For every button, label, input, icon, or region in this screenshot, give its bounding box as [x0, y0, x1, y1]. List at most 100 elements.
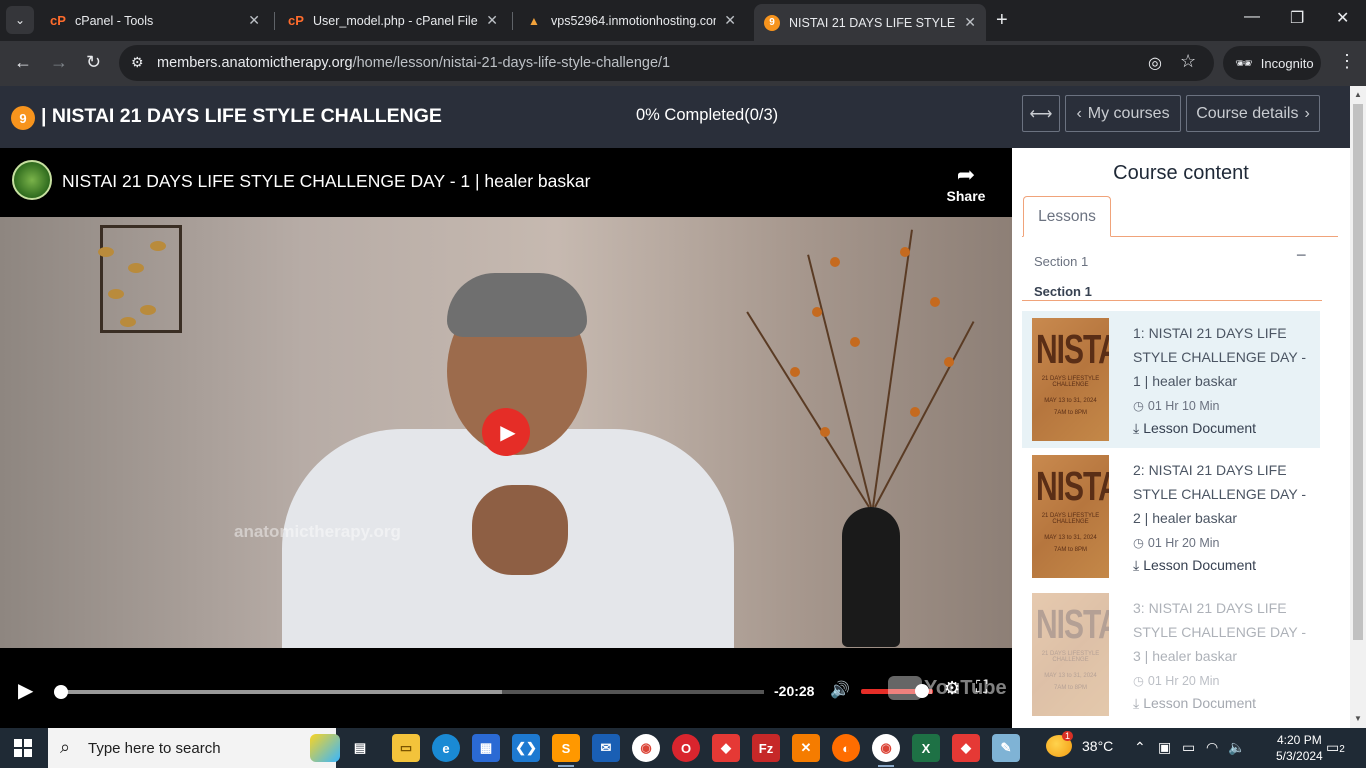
page-scrollbar[interactable]: ▲ ▼ [1350, 86, 1366, 728]
lesson-title[interactable]: 3: NISTAI 21 DAYS LIFE STYLE CHALLENGE D… [1133, 596, 1313, 668]
lesson-list-scrollbar[interactable]: ▲ [1334, 241, 1338, 728]
course-details-button[interactable]: Course details › [1186, 95, 1320, 132]
mail-icon[interactable]: ✉ [592, 734, 620, 762]
close-icon[interactable]: ✕ [964, 14, 976, 31]
close-icon[interactable]: ✕ [724, 12, 736, 29]
new-tab-button[interactable]: + [996, 9, 1008, 32]
bookmark-star-icon[interactable]: ☆ [1180, 51, 1196, 72]
play-icon: ▶ [18, 680, 34, 702]
chrome-profile-icon[interactable]: ◉ [872, 734, 900, 767]
play-button[interactable]: ▶ [18, 678, 33, 703]
lesson-document-link[interactable]: ⤓ Lesson Document [1133, 695, 1256, 712]
back-button[interactable]: ← [14, 52, 32, 73]
collapse-minus-icon[interactable]: − [1296, 245, 1307, 266]
close-icon[interactable]: ✕ [486, 12, 498, 29]
lesson-item[interactable]: NISTAI 21 DAYS LIFESTYLE CHALLENGE MAY 1… [1022, 311, 1320, 448]
file-explorer-icon[interactable]: ▭ [392, 734, 420, 762]
sublime-text-icon[interactable]: S [552, 734, 580, 767]
windows-taskbar: ⌕ Type here to search ▤ ▭ e ▦ ❮❯ S ✉ ◉ O… [0, 728, 1366, 768]
tab-search-button[interactable]: ⌄ [6, 6, 34, 34]
download-icon: ⤓ [1133, 420, 1140, 436]
close-window-button[interactable]: ✕ [1336, 8, 1349, 28]
excel-icon[interactable]: X [912, 734, 940, 762]
close-icon[interactable]: ✕ [248, 12, 260, 29]
forward-button[interactable]: → [50, 52, 68, 73]
restore-button[interactable]: ❐ [1290, 8, 1304, 28]
edge-icon[interactable]: e [432, 734, 460, 762]
incognito-icon: 🕶 [1235, 54, 1253, 71]
expand-toggle-button[interactable]: ⟷ [1022, 95, 1060, 132]
my-courses-button[interactable]: ‹ My courses [1065, 95, 1181, 132]
weather-widget[interactable]: 1 38°C [1046, 731, 1113, 757]
course-content-sidebar: Course content Lessons Section 1 − Secti… [1012, 148, 1350, 728]
tab-cpanel-tools[interactable]: cP cPanel - Tools ✕ [40, 4, 270, 37]
course-header: 9 | NISTAI 21 DAYS LIFE STYLE CHALLENGE … [0, 86, 1350, 148]
incognito-indicator[interactable]: 🕶 Incognito [1223, 46, 1321, 80]
store-icon[interactable]: ▦ [472, 734, 500, 762]
volume-muted-icon[interactable]: 🔈 [1228, 739, 1245, 756]
vscode-icon[interactable]: ❮❯ [512, 734, 540, 762]
tab-lessons[interactable]: Lessons [1023, 196, 1111, 237]
video-title[interactable]: NISTAI 21 DAYS LIFE STYLE CHALLENGE DAY … [62, 171, 590, 192]
anydesk-icon[interactable]: ◆ [712, 734, 740, 762]
lesson-thumbnail[interactable]: NISTAI 21 DAYS LIFESTYLE CHALLENGE MAY 1… [1032, 593, 1109, 716]
section-header[interactable]: Section 1 − Section 1 [1022, 241, 1322, 301]
site-logo[interactable]: 9 [11, 106, 35, 130]
start-button[interactable] [14, 739, 32, 757]
video-controls: ▶ -20:28 🔊 YouTube ⚙ ⛶ [0, 648, 1012, 728]
chevron-right-icon: › [1304, 104, 1310, 122]
play-button-large[interactable]: ▶ [482, 408, 530, 456]
lesson-thumbnail[interactable]: NISTAI 21 DAYS LIFESTYLE CHALLENGE MAY 1… [1032, 455, 1109, 578]
address-bar[interactable]: ⚙ members.anatomictherapy.org/home/lesso… [119, 45, 1214, 81]
notepad-icon[interactable]: ✎ [992, 734, 1020, 762]
volume-icon[interactable]: 🔊 [830, 680, 850, 700]
tab-user-model[interactable]: cP User_model.php - cPanel File M ✕ [278, 4, 508, 37]
lesson-thumbnail[interactable]: NISTAI 21 DAYS LIFESTYLE CHALLENGE MAY 1… [1032, 318, 1109, 441]
seek-bar[interactable] [54, 685, 764, 699]
tab-whm[interactable]: ▲ vps52964.inmotionhosting.com ✕ [516, 4, 746, 37]
reload-button[interactable]: ↻ [86, 52, 101, 73]
wifi-icon[interactable]: ◠ [1206, 739, 1218, 756]
anydesk-icon-2[interactable]: ◆ [952, 734, 980, 762]
eye-off-icon[interactable]: ◎ [1148, 53, 1162, 73]
battery-icon[interactable]: ▭ [1182, 739, 1195, 756]
weather-badge: 1 [1062, 731, 1074, 741]
fullscreen-icon[interactable]: ⛶ [976, 679, 987, 697]
scroll-up-icon[interactable]: ▲ [1354, 90, 1362, 99]
chrome-icon[interactable]: ◉ [632, 734, 660, 762]
download-icon: ⤓ [1133, 695, 1140, 711]
vase [842, 507, 900, 647]
task-view-icon[interactable]: ▤ [346, 734, 374, 762]
wall-art [100, 225, 182, 333]
lesson-document-link[interactable]: ⤓ Lesson Document [1133, 557, 1256, 574]
scroll-down-icon[interactable]: ▼ [1354, 714, 1362, 723]
share-button[interactable]: ➦ Share [944, 162, 988, 206]
notification-center-icon[interactable]: ▭2 [1326, 739, 1345, 756]
filezilla-icon[interactable]: Fz [752, 734, 780, 762]
lesson-title[interactable]: 2: NISTAI 21 DAYS LIFE STYLE CHALLENGE D… [1133, 458, 1313, 530]
web-page: 9 | NISTAI 21 DAYS LIFE STYLE CHALLENGE … [0, 86, 1350, 728]
meet-now-icon[interactable]: ▣ [1158, 739, 1171, 756]
channel-avatar[interactable] [12, 160, 52, 200]
scroll-up-icon[interactable]: ▲ [1337, 243, 1338, 252]
minimize-button[interactable]: — [1244, 8, 1260, 26]
browser-menu-button[interactable]: ⋮ [1338, 51, 1356, 72]
site-settings-icon[interactable]: ⚙ [131, 54, 144, 71]
lesson-title[interactable]: 1: NISTAI 21 DAYS LIFE STYLE CHALLENGE D… [1133, 321, 1313, 393]
lesson-item[interactable]: NISTAI 21 DAYS LIFESTYLE CHALLENGE MAY 1… [1022, 448, 1320, 586]
firefox-icon[interactable]: ◐ [832, 734, 860, 762]
url-text[interactable]: members.anatomictherapy.org/home/lesson/… [157, 55, 670, 71]
lesson-document-link[interactable]: ⤓ Lesson Document [1133, 420, 1256, 437]
lesson-item[interactable]: NISTAI 21 DAYS LIFESTYLE CHALLENGE MAY 1… [1022, 586, 1320, 728]
scrollbar-thumb[interactable] [1353, 104, 1363, 640]
taskbar-search[interactable]: ⌕ Type here to search [48, 728, 340, 768]
settings-gear-icon[interactable]: ⚙ [944, 678, 960, 699]
opera-icon[interactable]: O [672, 734, 700, 762]
seek-handle[interactable] [54, 685, 68, 699]
tab-divider [512, 12, 513, 30]
video-player[interactable]: anatomictherapy.org NISTAI 21 DAYS LIFE … [0, 148, 1012, 728]
tray-expand-icon[interactable]: ⌃ [1134, 739, 1146, 756]
tab-nistai-active[interactable]: 9 NISTAI 21 DAYS LIFE STYLE CHA ✕ [754, 4, 986, 41]
xampp-icon[interactable]: ✕ [792, 734, 820, 762]
taskbar-clock[interactable]: 4:20 PM 5/3/2024 [1276, 732, 1323, 764]
